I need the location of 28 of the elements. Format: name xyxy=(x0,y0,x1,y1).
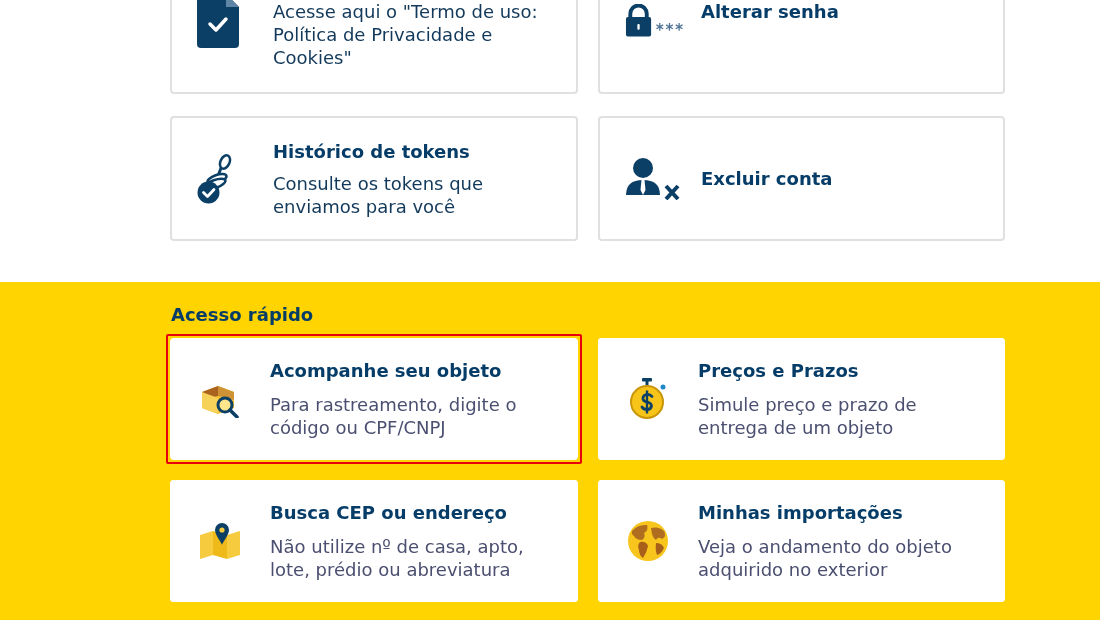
padlock-icon xyxy=(625,4,683,37)
card-title: Busca CEP ou endereço xyxy=(270,501,508,525)
card-description: Simule preço e prazo de entrega de um objeto xyxy=(698,393,918,439)
globe-icon xyxy=(628,521,668,561)
map-pin-icon xyxy=(200,523,240,559)
option-card[interactable]: Alterar senha xyxy=(598,0,1005,94)
card-title: Acompanhe seu objeto xyxy=(270,359,503,383)
card-description: Para rastreamento, digite o código ou CPF/CNPJ xyxy=(270,393,518,439)
option-title: Excluir conta xyxy=(701,166,834,191)
option-title: Histórico de tokens xyxy=(273,139,471,164)
option-description: Consulte os tokens que enviamos para você xyxy=(273,171,485,218)
card-title: Minhas importações xyxy=(698,501,904,525)
option-description: Acesse aqui o "Termo de uso: Política de Privacidade e Cookies" xyxy=(273,0,539,69)
option-title: Alterar senha xyxy=(701,0,840,24)
card-description: Veja o andamento do objeto adquirido no exterior xyxy=(698,535,953,581)
quick-access-card[interactable]: Acompanhe seu objeto Para rastreamento, digite o código ou CPF/CNPJ xyxy=(166,334,582,464)
quick-access-card[interactable]: Minhas importações Veja o andamento do objeto adquirido no exterior xyxy=(598,480,1005,602)
card-description: Não utilize nº de casa, apto, lote, prédio ou abreviatura xyxy=(270,535,525,581)
document-check-icon xyxy=(197,0,239,48)
option-card[interactable]: Acesse aqui o "Termo de uso: Política de Privacidade e Cookies" xyxy=(170,0,578,94)
option-card[interactable]: Histórico de tokens Consulte os tokens que enviamos para você xyxy=(170,116,578,241)
quick-access-card[interactable]: Busca CEP ou endereço Não utilize nº de casa, apto, lote, prédio ou abreviatura xyxy=(170,480,578,602)
person-x-icon xyxy=(625,157,681,200)
card-title: Preços e Prazos xyxy=(698,359,860,383)
stopwatch-dollar-icon xyxy=(629,378,667,420)
quick-access-card[interactable]: Preços e Prazos Simule preço e prazo de entrega de um objeto xyxy=(598,338,1005,460)
option-card[interactable]: Excluir conta xyxy=(598,116,1005,241)
section-heading: Acesso rápido xyxy=(171,303,314,327)
